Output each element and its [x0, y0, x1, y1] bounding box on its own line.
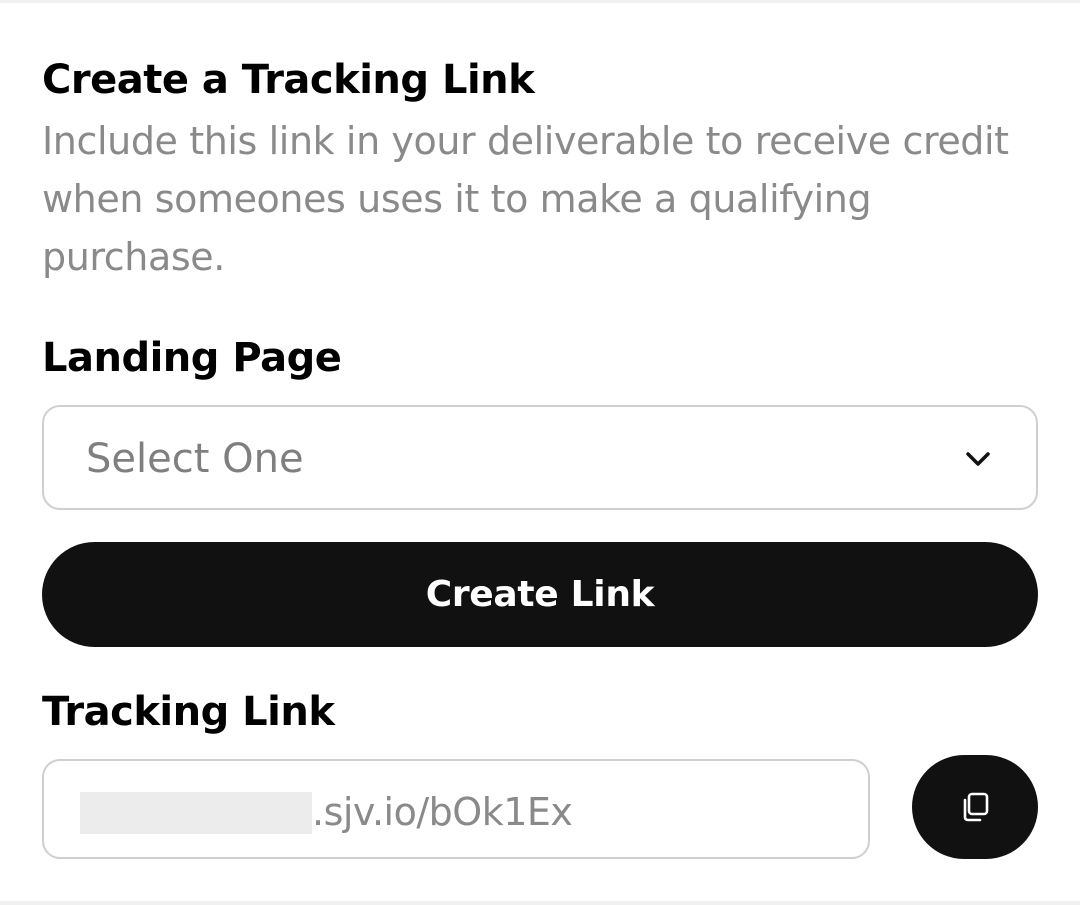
tracking-link-label: Tracking Link: [42, 689, 335, 735]
tracking-link-value: .sjv.io/bOk1Ex: [312, 790, 573, 834]
landing-page-select-value: Select One: [86, 436, 304, 482]
top-divider: [0, 0, 1080, 3]
create-link-button[interactable]: Create Link: [42, 542, 1038, 647]
landing-page-select[interactable]: Select One: [42, 405, 1038, 510]
redacted-subdomain: [80, 792, 312, 834]
copy-icon: [963, 792, 989, 822]
section-title: Create a Tracking Link: [42, 57, 535, 103]
section-description: Include this link in your deliverable to…: [42, 119, 1009, 279]
landing-page-label: Landing Page: [42, 335, 342, 381]
tracking-link-field[interactable]: .sjv.io/bOk1Ex: [42, 759, 870, 859]
chevron-down-icon: [966, 452, 990, 466]
copy-link-button[interactable]: [912, 755, 1038, 859]
bottom-divider: [0, 901, 1080, 905]
